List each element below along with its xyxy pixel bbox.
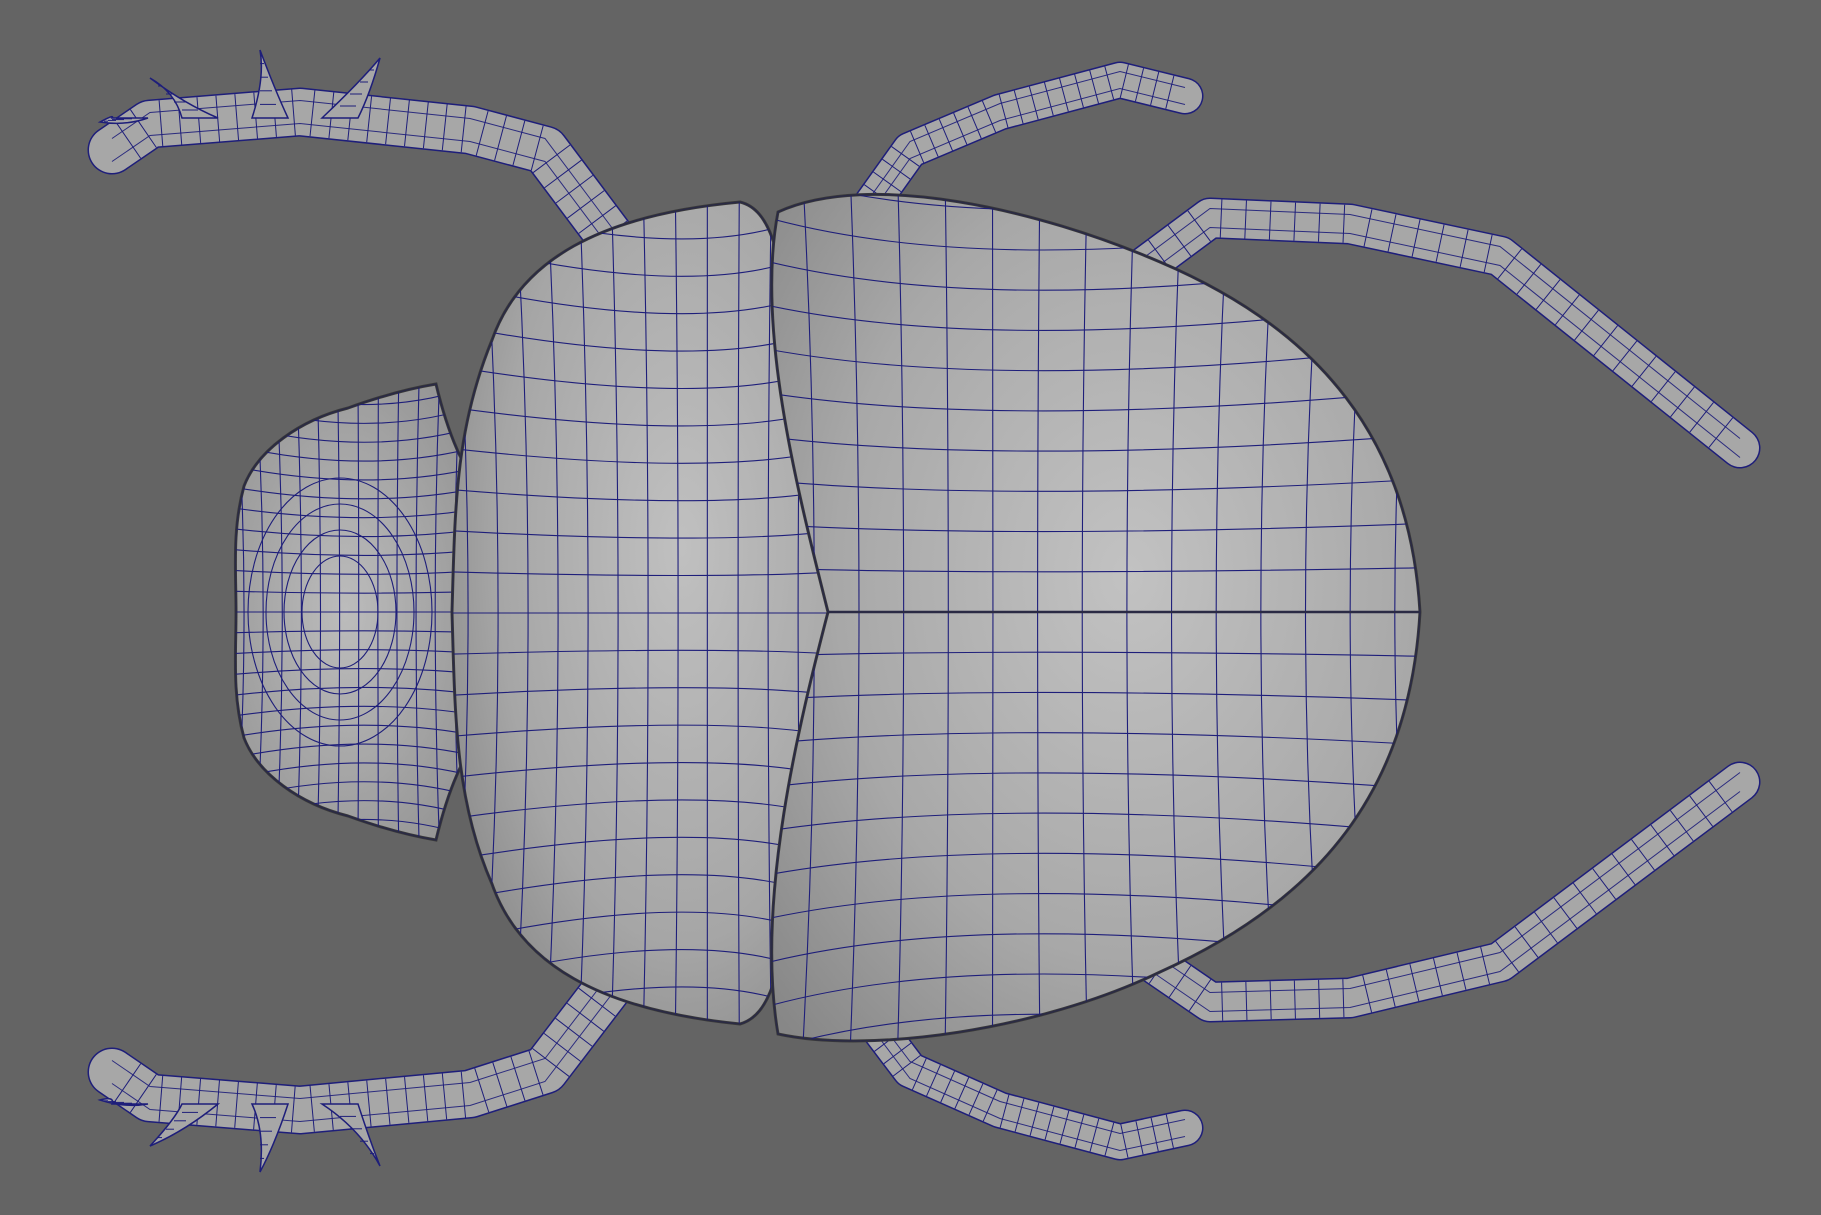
beetle-model[interactable] [0,0,1821,1215]
head-clypeus[interactable] [233,382,482,842]
3d-viewport[interactable] [0,0,1821,1215]
